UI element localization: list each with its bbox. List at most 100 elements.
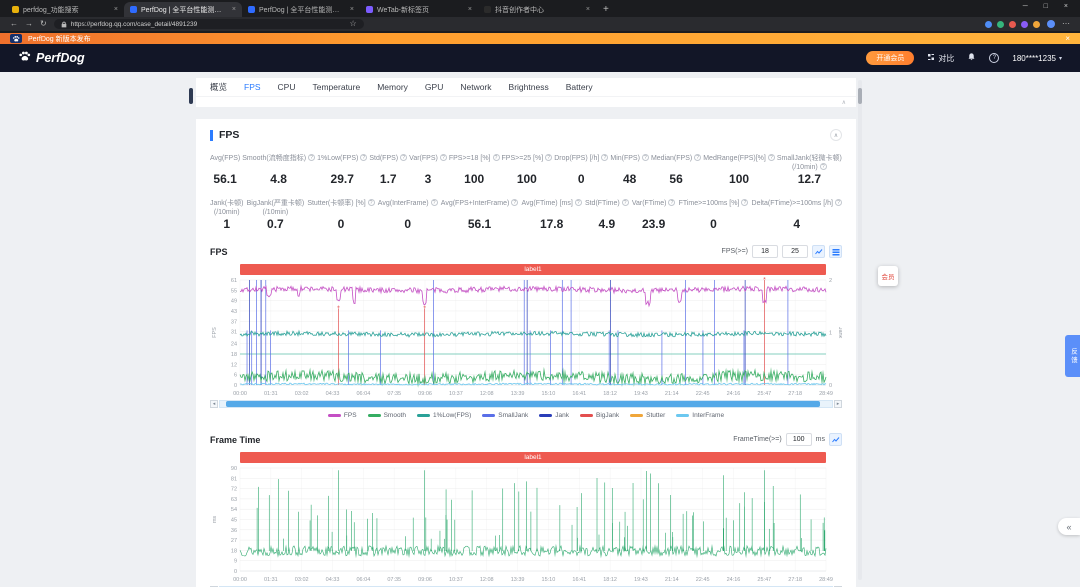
info-icon[interactable]: ?	[622, 199, 629, 206]
browser-tab-2[interactable]: PerfDog | 全平台性能测试分析平台×	[242, 2, 360, 17]
info-icon[interactable]: ?	[431, 199, 438, 206]
minimize-window-icon[interactable]: ─	[1023, 3, 1028, 10]
tab-close-icon[interactable]: ×	[232, 6, 236, 13]
content-tab-fps[interactable]: FPS	[244, 82, 261, 92]
browser-address-bar: ← → ↻ https://perfdog.qq.com/case_detail…	[0, 17, 1080, 31]
scroll-right-icon[interactable]: ▸	[834, 400, 842, 408]
metric-value: 3	[409, 172, 447, 186]
star-icon[interactable]: ☆	[350, 20, 357, 28]
maximize-window-icon[interactable]: □	[1044, 3, 1048, 10]
fps-threshold-input-2[interactable]	[782, 245, 808, 258]
info-icon[interactable]: ?	[601, 154, 608, 161]
account-menu[interactable]: 180****1235 ▾	[1012, 54, 1062, 63]
legend-item[interactable]: BigJank	[580, 412, 619, 419]
content-tab-gpu[interactable]: GPU	[425, 82, 443, 92]
info-icon[interactable]: ?	[668, 199, 675, 206]
fps-scroll-handle[interactable]	[226, 401, 820, 407]
floating-member-widget[interactable]: 会员	[878, 266, 898, 286]
info-icon[interactable]: ?	[440, 154, 447, 161]
info-icon[interactable]: ?	[545, 154, 552, 161]
metric-tab-bar: 概览 FPS CPU Temperature Memory GPU Network Brigh…	[196, 78, 856, 96]
content-tab-temperature[interactable]: Temperature	[313, 82, 361, 92]
info-icon[interactable]: ?	[835, 199, 842, 206]
info-icon[interactable]: ?	[741, 199, 748, 206]
vip-button[interactable]: 开通会员	[866, 51, 914, 65]
info-icon[interactable]: ?	[308, 154, 315, 161]
tab-close-icon[interactable]: ×	[114, 6, 118, 13]
content-tab-network[interactable]: Network	[460, 82, 491, 92]
line-chart-toggle-icon[interactable]	[812, 245, 825, 258]
scroll-left-icon[interactable]: ◂	[210, 400, 218, 408]
info-icon[interactable]: ?	[368, 199, 375, 206]
perfdog-logo[interactable]: PerfDog	[18, 50, 85, 66]
page-scrollbar-handle[interactable]	[858, 88, 862, 104]
legend-item[interactable]: Jank	[539, 412, 569, 419]
extension-icon-3[interactable]	[1021, 21, 1028, 28]
back-icon[interactable]: ←	[10, 20, 18, 28]
metric: Median(FPS)?56	[651, 154, 701, 186]
legend-item[interactable]: Stutter	[630, 412, 665, 419]
metric: Std(FPS)?1.7	[369, 154, 407, 186]
table-toggle-icon[interactable]	[829, 245, 842, 258]
panel-collapse-left-button[interactable]: «	[1058, 518, 1080, 535]
url-bar[interactable]: https://perfdog.qq.com/case_detail/48912…	[54, 19, 364, 29]
content-tab-brightness[interactable]: Brightness	[509, 82, 549, 92]
browser-tab-1[interactable]: PerfDog | 全平台性能测试分析平台 ×	[124, 2, 242, 17]
extension-icon-1[interactable]	[997, 21, 1004, 28]
close-window-icon[interactable]: ×	[1064, 3, 1068, 10]
info-icon[interactable]: ?	[400, 154, 407, 161]
fps-threshold-input-1[interactable]	[752, 245, 778, 258]
help-icon[interactable]: ?	[989, 53, 999, 63]
frametime-threshold-input[interactable]	[786, 433, 812, 446]
fps-scroll-track[interactable]	[219, 400, 833, 408]
info-icon[interactable]: ?	[642, 154, 649, 161]
fps-chart-scrollbar[interactable]: ◂ ▸	[210, 400, 842, 408]
collapse-up-icon[interactable]: ∧	[842, 99, 846, 106]
sidebar-collapse-handle[interactable]	[189, 88, 193, 104]
browser-tabs: perfdog_功能搜索×PerfDog | 全平台性能测试分析平台×PerfD…	[6, 2, 596, 17]
content-tab-memory[interactable]: Memory	[377, 82, 408, 92]
info-icon[interactable]: ?	[694, 154, 701, 161]
bell-icon[interactable]	[967, 49, 976, 67]
frametime-chart-toggle-icon[interactable]	[829, 433, 842, 446]
tab-close-icon[interactable]: ×	[468, 6, 472, 13]
panel-collapse-button[interactable]: ∧	[830, 129, 842, 141]
metric: Var(FPS)?3	[409, 154, 447, 186]
legend-item[interactable]: Smooth	[368, 412, 406, 419]
tab-title: PerfDog | 全平台性能测试分析平台	[141, 5, 228, 15]
content-tab-cpu[interactable]: CPU	[278, 82, 296, 92]
legend-item[interactable]: 1%Low(FPS)	[417, 412, 471, 419]
frametime-chart-canvas[interactable]	[210, 464, 842, 584]
new-tab-button[interactable]: +	[603, 4, 609, 15]
browser-tab-3[interactable]: WeTab-新标签页×	[360, 2, 478, 17]
info-icon[interactable]: ?	[511, 199, 518, 206]
tab-close-icon[interactable]: ×	[586, 6, 590, 13]
info-icon[interactable]: ?	[820, 163, 827, 170]
extension-icon-0[interactable]	[985, 21, 992, 28]
refresh-icon[interactable]: ↻	[40, 20, 47, 28]
browser-menu-icon[interactable]: ⋯	[1062, 20, 1070, 28]
info-icon[interactable]: ?	[360, 154, 367, 161]
fps-chart-canvas[interactable]	[210, 276, 842, 398]
extension-icon-4[interactable]	[1033, 21, 1040, 28]
extension-icon-2[interactable]	[1009, 21, 1016, 28]
browser-tab-4[interactable]: 抖音创作者中心×	[478, 2, 596, 17]
legend-marker	[539, 414, 552, 417]
notice-close-icon[interactable]: ×	[1065, 34, 1070, 43]
forward-icon[interactable]: →	[25, 20, 33, 28]
info-icon[interactable]: ?	[768, 154, 775, 161]
legend-item[interactable]: SmallJank	[482, 412, 528, 419]
metric-value: 56	[651, 172, 701, 186]
info-icon[interactable]: ?	[575, 199, 582, 206]
compare-button[interactable]: 对比	[927, 53, 954, 64]
legend-item[interactable]: InterFrame	[676, 412, 724, 419]
content-tab-battery[interactable]: Battery	[566, 82, 593, 92]
content-tab-概览[interactable]: 概览	[210, 81, 227, 93]
legend-item[interactable]: FPS	[328, 412, 357, 419]
browser-profile-avatar[interactable]	[1047, 20, 1055, 28]
page-scrollbar[interactable]	[858, 80, 862, 580]
feedback-side-tab[interactable]: 反馈	[1065, 335, 1080, 377]
info-icon[interactable]: ?	[493, 154, 500, 161]
metric-label: Std(FPS)?	[369, 154, 407, 163]
tab-close-icon[interactable]: ×	[350, 6, 354, 13]
